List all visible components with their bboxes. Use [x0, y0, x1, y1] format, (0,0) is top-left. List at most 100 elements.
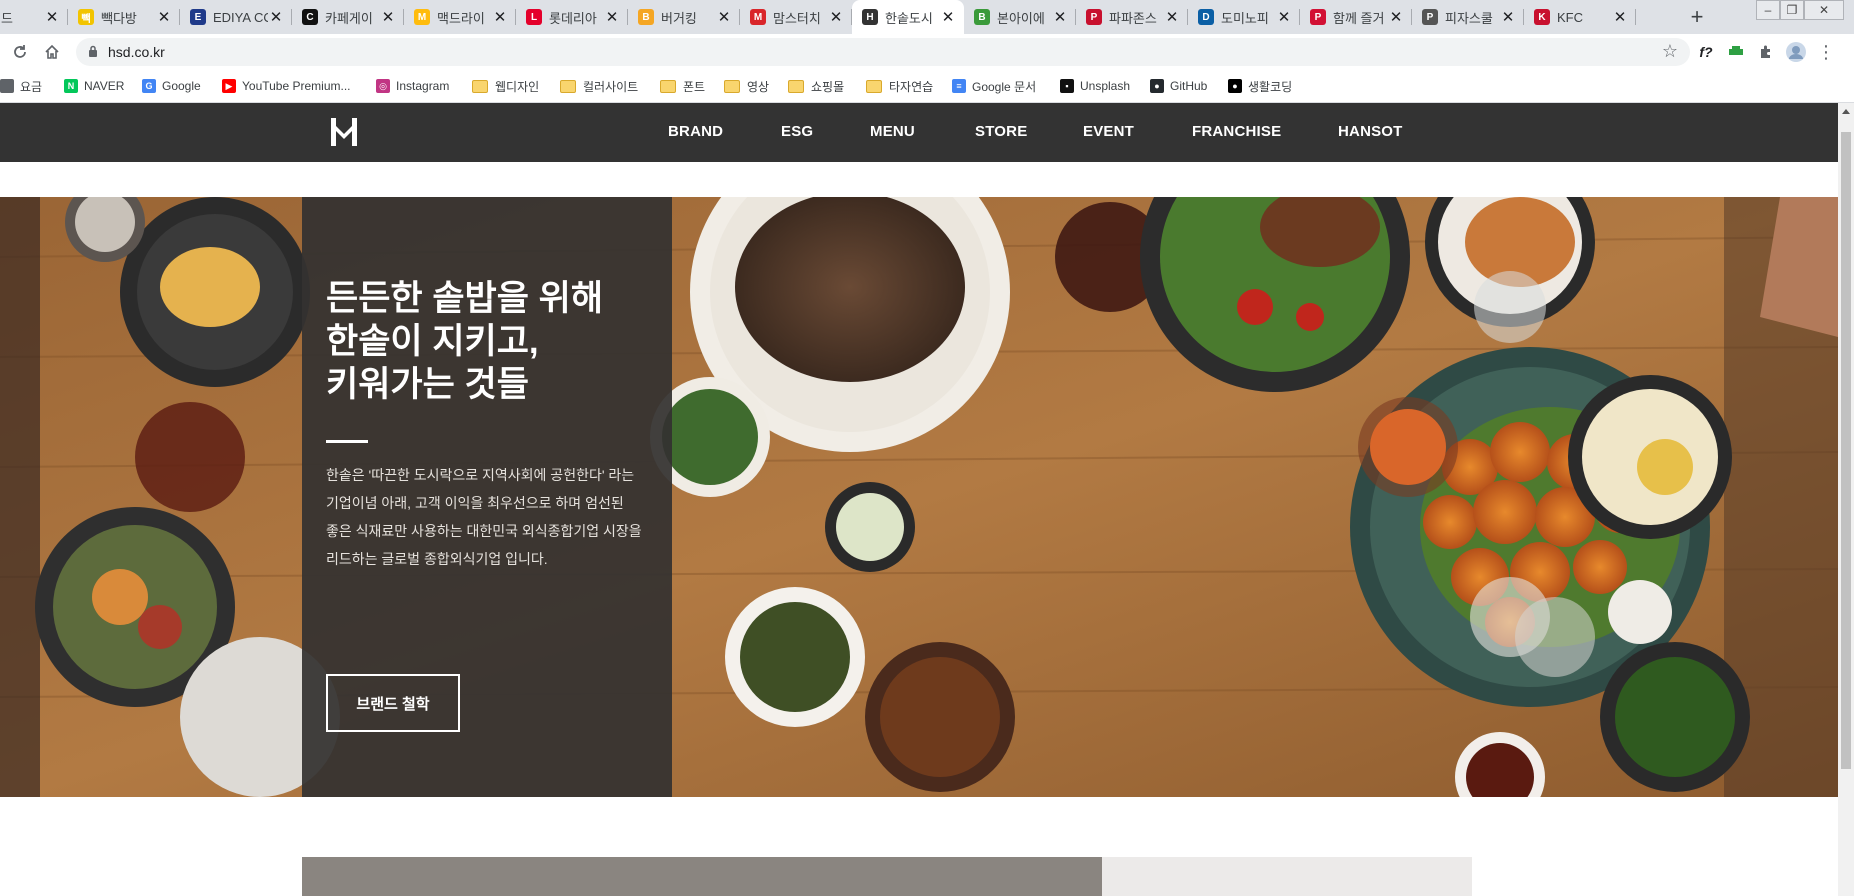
bookmark-favicon-icon: ●: [1228, 79, 1242, 93]
bookmark-folder[interactable]: 타자연습: [866, 77, 933, 95]
close-tab-icon[interactable]: ✕: [1164, 8, 1180, 26]
browser-tab[interactable]: M 맘스터치 ✕: [740, 0, 852, 34]
nav-item-esg[interactable]: ESG: [781, 123, 813, 140]
more-menu-icon[interactable]: ⋮: [1814, 40, 1838, 64]
browser-tab[interactable]: D 도미노피 ✕: [1188, 0, 1300, 34]
scroll-up-arrow[interactable]: [1842, 109, 1850, 114]
brand-intro-panel: 든든한 솥밥을 위해 한솥이 지키고, 키워가는 것들 한솥은 '따끈한 도시락…: [302, 197, 672, 797]
bookmark-favicon-icon: N: [64, 79, 78, 93]
profile-avatar[interactable]: [1784, 40, 1808, 64]
tab-title: 피자스쿨: [1445, 10, 1493, 26]
tab-favicon-icon: D: [1198, 9, 1214, 25]
nav-item-brand[interactable]: BRAND: [668, 123, 723, 140]
bookmark-folder[interactable]: 영상: [724, 77, 769, 95]
bookmark-label: 생활코딩: [1248, 79, 1293, 94]
bookmark-label: GitHub: [1170, 79, 1208, 93]
nav-item-event[interactable]: EVENT: [1083, 123, 1134, 140]
new-tab-button[interactable]: +: [1684, 4, 1710, 30]
tab-title: KFC: [1557, 9, 1583, 25]
tab-favicon-icon: C: [302, 9, 318, 25]
tab-title: 카페게이: [325, 10, 373, 26]
browser-tab[interactable]: M 맥드라이 ✕: [404, 0, 516, 34]
home-icon[interactable]: [40, 40, 64, 64]
bookmark-label: 컬러사이트: [583, 79, 639, 94]
hero-description: 한솥은 '따끈한 도시락으로 지역사회에 공헌한다' 라는 기업이념 아래, 고…: [326, 461, 656, 573]
browser-tab[interactable]: K KFC ✕: [1524, 0, 1636, 34]
bookmark-star-icon[interactable]: ☆: [1662, 41, 1678, 62]
description-line: 리드하는 글로벌 종합외식기업 입니다.: [326, 551, 548, 567]
tab-title: EDIYA CO: [213, 9, 268, 25]
bookmark-item[interactable]: N NAVER: [64, 77, 124, 95]
close-tab-icon[interactable]: ✕: [828, 8, 844, 26]
scrollbar-thumb[interactable]: [1841, 132, 1851, 769]
bookmark-item[interactable]: ◎ Instagram: [376, 77, 449, 95]
nav-item-menu[interactable]: MENU: [870, 123, 915, 140]
close-tab-icon[interactable]: ✕: [380, 8, 396, 26]
green-extension-icon[interactable]: [1724, 40, 1748, 64]
browser-tab[interactable]: C 카페게이 ✕: [292, 0, 404, 34]
browser-tab[interactable]: 빽 빽다방 ✕: [68, 0, 180, 34]
close-window-button[interactable]: ✕: [1804, 0, 1844, 20]
address-bar[interactable]: hsd.co.kr ☆: [76, 38, 1690, 66]
nav-item-franchise[interactable]: FRANCHISE: [1192, 123, 1281, 140]
close-tab-icon[interactable]: ✕: [940, 8, 956, 26]
browser-tab[interactable]: E EDIYA CO ✕: [180, 0, 292, 34]
lock-icon[interactable]: [88, 45, 98, 63]
bookmark-item[interactable]: ≡ Google 문서: [952, 77, 1036, 95]
bookmark-item[interactable]: ▪ Unsplash: [1060, 77, 1130, 95]
tab-separator: [1635, 9, 1636, 25]
bookmark-label: Unsplash: [1080, 79, 1131, 93]
brand-philosophy-button[interactable]: 브랜드 철학: [326, 674, 460, 732]
browser-tab[interactable]: B 본아이에 ✕: [964, 0, 1076, 34]
close-tab-icon[interactable]: ✕: [1500, 8, 1516, 26]
tab-favicon-icon: M: [414, 9, 430, 25]
bookmark-item[interactable]: ▶ YouTube Premium...: [222, 77, 351, 95]
next-section-image: [302, 857, 1102, 896]
site-header: BRAND ESG MENU STORE EVENT FRANCHISE HANSOT: [0, 103, 1838, 162]
browser-tab[interactable]: B 버거킹 ✕: [628, 0, 740, 34]
close-tab-icon[interactable]: ✕: [716, 8, 732, 26]
restore-button[interactable]: ❐: [1780, 0, 1804, 20]
nav-item-store[interactable]: STORE: [975, 123, 1027, 140]
bookmark-folder[interactable]: 웹디자인: [472, 77, 539, 95]
browser-tab[interactable]: e에드✕: [0, 0, 68, 34]
bookmark-folder[interactable]: 컬러사이트: [560, 77, 638, 95]
close-tab-icon[interactable]: ✕: [268, 8, 284, 26]
description-line: 좋은 식재료만 사용하는 대한민국 외식종합기업 시장을: [326, 523, 642, 539]
page-scrollbar[interactable]: [1838, 103, 1854, 896]
nav-item-hansot[interactable]: HANSOT: [1338, 123, 1403, 140]
browser-tab[interactable]: H 한솥도시 ✕: [852, 0, 964, 34]
bookmark-item[interactable]: 요금: [0, 77, 42, 95]
close-tab-icon[interactable]: ✕: [1388, 8, 1404, 26]
hansot-logo[interactable]: [330, 118, 358, 151]
hero-headline: 든든한 솥밥을 위해 한솥이 지키고, 키워가는 것들: [326, 277, 666, 406]
headline-divider: [326, 440, 368, 443]
bookmark-favicon-icon: ●: [1150, 79, 1164, 93]
bookmark-item[interactable]: G Google: [142, 77, 201, 95]
close-tab-icon[interactable]: ✕: [492, 8, 508, 26]
close-tab-icon[interactable]: ✕: [1052, 8, 1068, 26]
browser-tab[interactable]: P 피자스쿨 ✕: [1412, 0, 1524, 34]
folder-icon: [866, 79, 882, 93]
browser-tab[interactable]: P 파파존스 ✕: [1076, 0, 1188, 34]
folder-icon: [660, 79, 676, 93]
minimize-button[interactable]: –: [1756, 0, 1780, 20]
extensions-puzzle-icon[interactable]: [1754, 40, 1778, 64]
browser-tab[interactable]: L 롯데리아 ✕: [516, 0, 628, 34]
tab-favicon-icon: P: [1310, 9, 1326, 25]
close-tab-icon[interactable]: ✕: [1276, 8, 1292, 26]
browser-tab[interactable]: P 함께 즐거 ✕: [1300, 0, 1412, 34]
bookmark-label: Instagram: [396, 79, 450, 93]
bookmark-folder[interactable]: 폰트: [660, 77, 705, 95]
tab-favicon-icon: H: [862, 9, 878, 25]
bookmark-folder[interactable]: 쇼핑몰: [788, 77, 844, 95]
tab-favicon-icon: 빽: [78, 9, 94, 25]
close-tab-icon[interactable]: ✕: [44, 8, 60, 26]
reload-icon[interactable]: [8, 40, 32, 64]
close-tab-icon[interactable]: ✕: [604, 8, 620, 26]
formula-extension-icon[interactable]: f?: [1694, 40, 1718, 64]
bookmark-item[interactable]: ● 생활코딩: [1228, 77, 1292, 95]
close-tab-icon[interactable]: ✕: [156, 8, 172, 26]
close-tab-icon[interactable]: ✕: [1612, 8, 1628, 26]
bookmark-item[interactable]: ● GitHub: [1150, 77, 1207, 95]
